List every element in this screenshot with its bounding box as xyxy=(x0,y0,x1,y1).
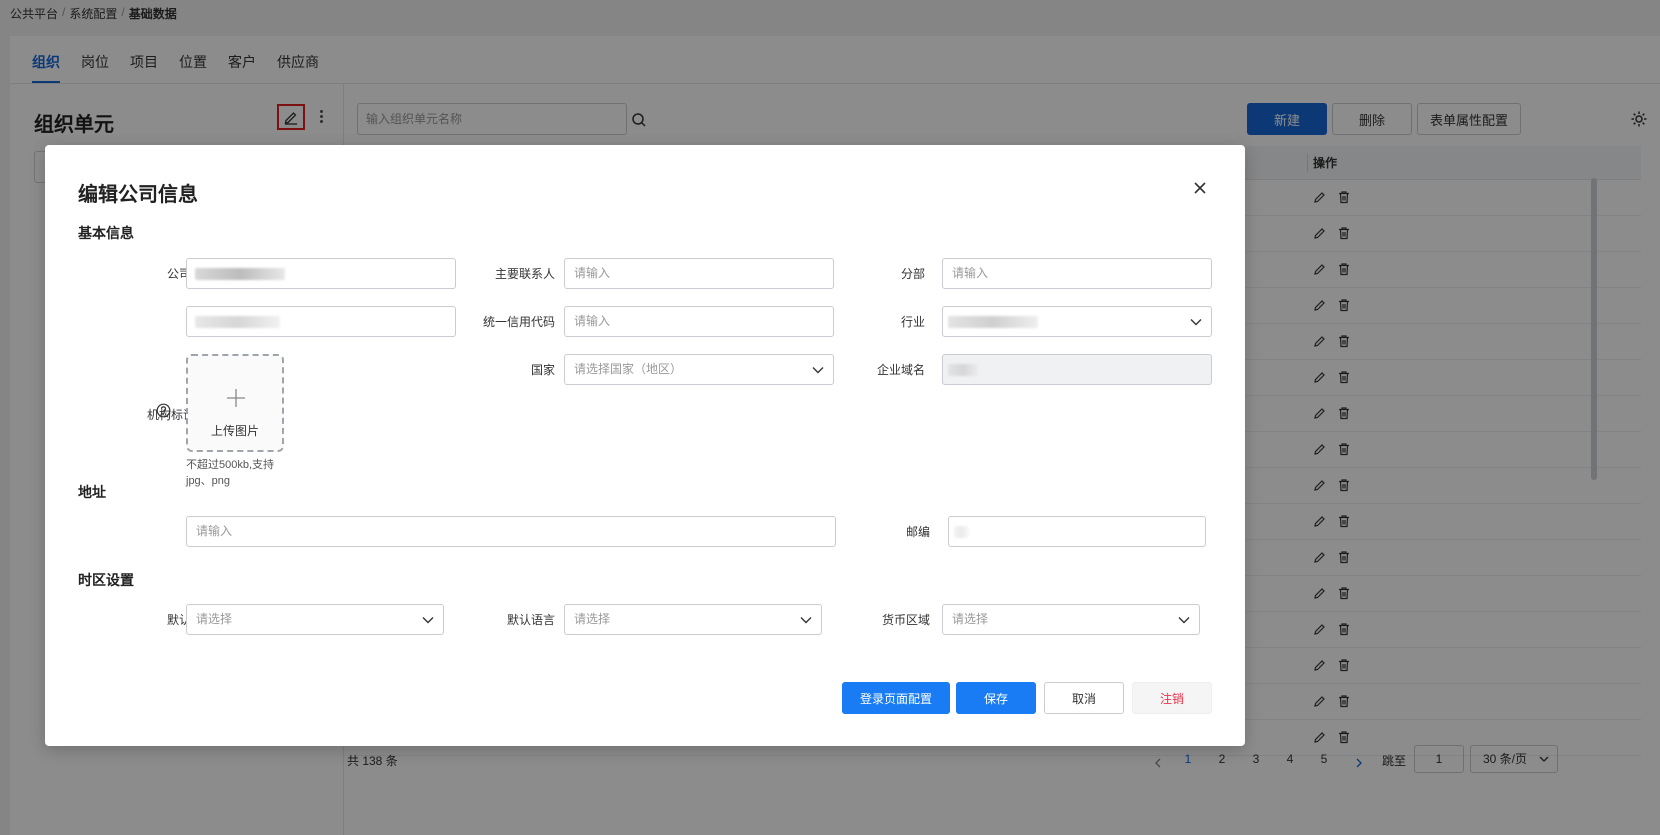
currency-placeholder: 请选择 xyxy=(952,612,989,626)
logo-upload-area[interactable]: 上传图片 xyxy=(186,354,284,452)
upload-label: 上传图片 xyxy=(210,424,259,438)
save-button[interactable]: 保存 xyxy=(956,682,1036,714)
logout-button[interactable]: 注销 xyxy=(1132,682,1212,714)
country-label: 国家 xyxy=(530,363,555,377)
cancel-button[interactable]: 取消 xyxy=(1044,682,1124,714)
postcode-input[interactable] xyxy=(948,516,1206,547)
dialog-title: 编辑公司信息 xyxy=(78,184,198,206)
industry-label: 行业 xyxy=(900,315,925,329)
language-select[interactable]: 请选择 xyxy=(564,604,822,635)
company-name-input[interactable] xyxy=(186,258,456,289)
company-name-value-redacted xyxy=(195,268,285,280)
currency-select[interactable]: 请选择 xyxy=(942,604,1200,635)
help-icon[interactable] xyxy=(156,403,171,418)
branch-input[interactable]: 请输入 xyxy=(942,258,1212,289)
section-timezone: 时区设置 xyxy=(78,572,134,588)
main-contact-input[interactable]: 请输入 xyxy=(564,258,834,289)
language-placeholder: 请选择 xyxy=(574,612,611,626)
phone-value-redacted xyxy=(195,316,280,328)
chevron-down-icon xyxy=(812,367,824,374)
login-page-config-button[interactable]: 登录页面配置 xyxy=(842,682,950,714)
section-basic-info: 基本信息 xyxy=(78,225,134,241)
timezone-select[interactable]: 请选择 xyxy=(186,604,444,635)
close-icon[interactable] xyxy=(1193,181,1207,195)
country-select[interactable]: 请选择国家（地区） xyxy=(564,354,834,385)
logo-label: 机构标识 xyxy=(146,408,195,422)
industry-select[interactable] xyxy=(942,306,1212,337)
credit-code-label: 统一信用代码 xyxy=(482,315,555,329)
main-contact-label: 主要联系人 xyxy=(494,267,555,281)
country-placeholder: 请选择国家（地区） xyxy=(574,362,683,376)
industry-value-redacted xyxy=(948,316,1038,328)
edit-company-dialog: 编辑公司信息 基本信息 公司名称 主要联系人 请输入 分部 请输入 电话 统一信… xyxy=(45,145,1245,746)
domain-label: 企业域名 xyxy=(876,363,925,377)
postcode-value-redacted xyxy=(954,526,969,538)
upload-hint: 不超过500kb,支持jpg、png xyxy=(186,459,275,487)
domain-value-redacted xyxy=(948,364,978,376)
postcode-label: 邮编 xyxy=(905,525,930,539)
chevron-down-icon xyxy=(1178,617,1190,624)
currency-label: 货币区域 xyxy=(881,613,930,627)
chevron-down-icon xyxy=(422,617,434,624)
timezone-placeholder: 请选择 xyxy=(196,612,233,626)
branch-label: 分部 xyxy=(900,267,925,281)
address-input[interactable]: 请输入 xyxy=(186,516,836,547)
domain-input xyxy=(942,354,1212,385)
language-label: 默认语言 xyxy=(506,613,555,627)
chevron-down-icon xyxy=(1190,319,1202,326)
section-address: 地址 xyxy=(78,484,106,500)
phone-input[interactable] xyxy=(186,306,456,337)
plus-icon xyxy=(227,389,245,407)
credit-code-input[interactable]: 请输入 xyxy=(564,306,834,337)
